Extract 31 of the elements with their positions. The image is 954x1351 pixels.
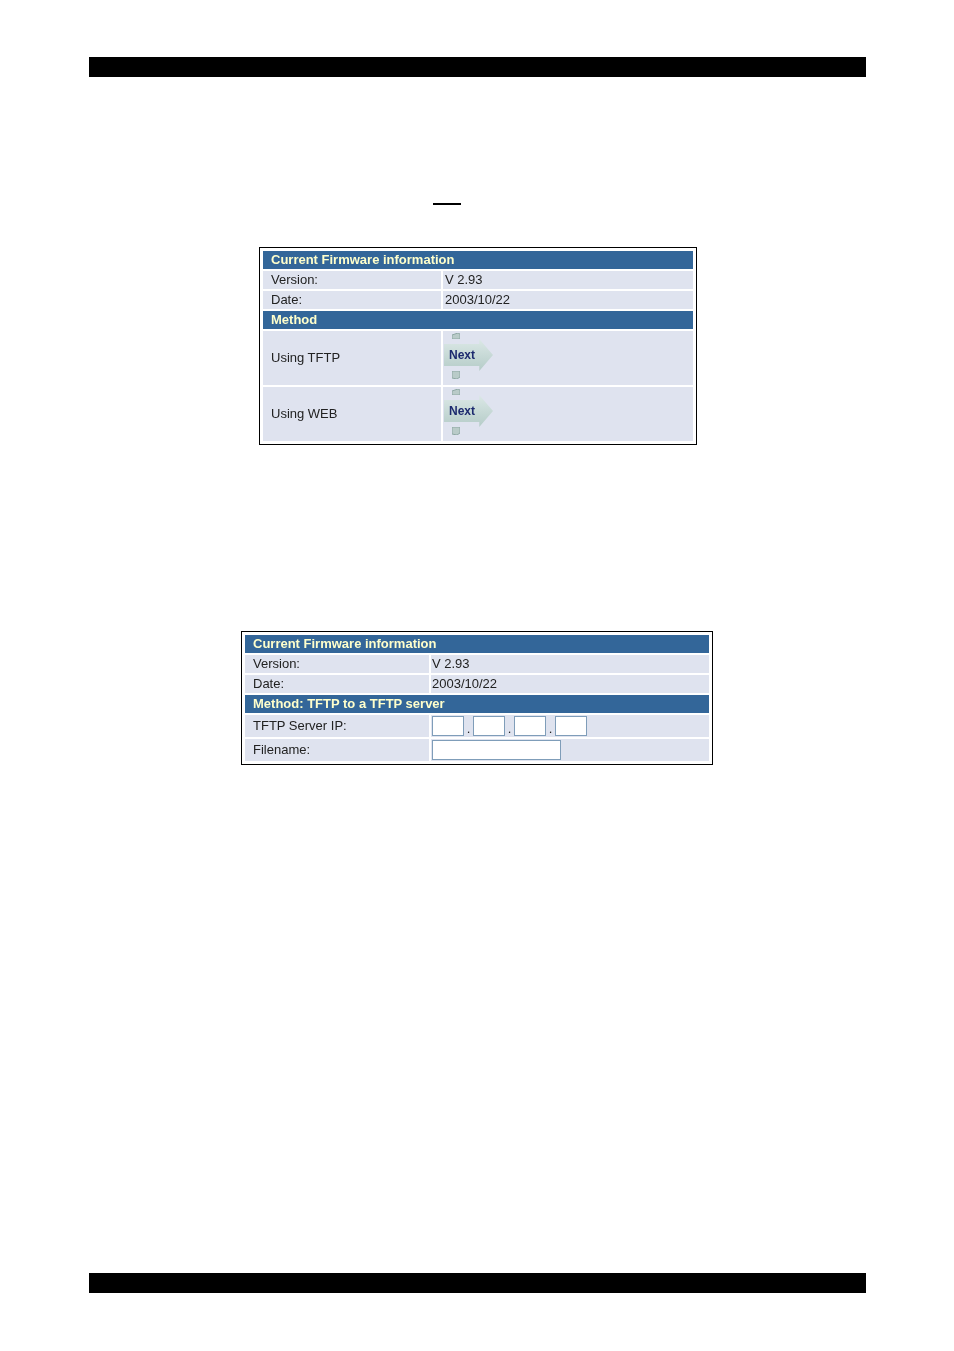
- table-cell: Version:: [245, 655, 429, 673]
- next-button[interactable]: Next: [444, 339, 493, 371]
- next-button[interactable]: Next: [444, 395, 493, 427]
- signpost-base-icon: [452, 371, 460, 379]
- table-cell: Date:: [263, 291, 441, 309]
- section-header: Method: TFTP to a TFTP server: [245, 695, 709, 713]
- table-cell: Using TFTP: [263, 331, 441, 385]
- ip-octet-field[interactable]: [473, 716, 505, 736]
- ip-octet-field[interactable]: [432, 716, 464, 736]
- blank-underline: [433, 203, 461, 205]
- table-cell: Version:: [263, 271, 441, 289]
- signpost-base-icon: [452, 427, 460, 435]
- signpost-top-icon: [452, 333, 460, 339]
- ip-octet-field[interactable]: [555, 716, 587, 736]
- ip-octet-field[interactable]: [514, 716, 546, 736]
- ip-separator: .: [465, 721, 472, 737]
- filename-field[interactable]: [432, 740, 561, 760]
- ip-separator: .: [506, 721, 513, 737]
- section-header: Current Firmware information: [245, 635, 709, 653]
- table-cell: Using WEB: [263, 387, 441, 441]
- table-cell: Date:: [245, 675, 429, 693]
- table-cell: V 2.93: [431, 655, 709, 673]
- section-header: Method: [263, 311, 693, 329]
- table-cell: 2003/10/22: [431, 675, 709, 693]
- table-cell: TFTP Server IP:: [245, 715, 429, 737]
- signpost-top-icon: [452, 389, 460, 395]
- table-cell: Filename:: [245, 739, 429, 761]
- table-cell: V 2.93: [443, 271, 693, 289]
- table-cell: 2003/10/22: [443, 291, 693, 309]
- ip-separator: .: [547, 721, 554, 737]
- section-header: Current Firmware information: [263, 251, 693, 269]
